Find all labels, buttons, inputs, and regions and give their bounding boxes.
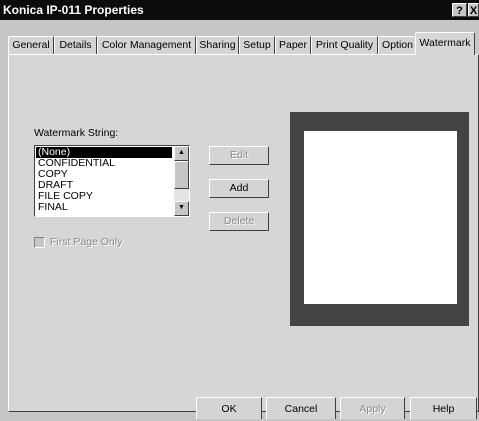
tab-color-management[interactable]: Color Management — [97, 36, 196, 54]
list-item[interactable]: FINAL — [36, 202, 172, 213]
apply-button[interactable]: Apply — [340, 397, 405, 421]
tab-watermark[interactable]: Watermark — [415, 32, 475, 55]
tab-option[interactable]: Option — [378, 36, 417, 54]
dialog-body: General Details Color Management Sharing… — [0, 20, 479, 421]
cancel-button[interactable]: Cancel — [266, 397, 336, 421]
edit-button[interactable]: Edit — [209, 146, 269, 165]
watermark-listbox[interactable]: (None) CONFIDENTIAL COPY DRAFT FILE COPY… — [34, 145, 190, 217]
first-page-only-label: First Page Only — [50, 236, 123, 248]
tab-paper[interactable]: Paper — [275, 36, 311, 54]
add-button[interactable]: Add — [209, 179, 269, 198]
watermark-items: (None) CONFIDENTIAL COPY DRAFT FILE COPY… — [36, 147, 172, 213]
scroll-up-arrow-icon[interactable]: ▲ — [174, 146, 189, 161]
first-page-only-checkbox[interactable] — [34, 237, 45, 248]
tab-general[interactable]: General — [8, 36, 54, 54]
watermark-string-label: Watermark String: — [34, 127, 119, 139]
list-scrollbar[interactable]: ▲ ▼ — [174, 146, 189, 216]
tab-setup[interactable]: Setup — [239, 36, 275, 54]
help-button[interactable]: Help — [410, 397, 477, 421]
tab-sharing[interactable]: Sharing — [196, 36, 239, 54]
tab-strip: General Details Color Management Sharing… — [8, 32, 479, 55]
tab-details[interactable]: Details — [54, 36, 97, 54]
title-bar[interactable]: Konica IP-011 Properties ? X — [0, 0, 479, 20]
tab-print-quality[interactable]: Print Quality — [311, 36, 378, 54]
help-icon[interactable]: ? — [452, 3, 467, 17]
scroll-thumb[interactable] — [174, 161, 189, 189]
watermark-preview-page — [304, 131, 457, 304]
close-icon[interactable]: X — [468, 3, 479, 17]
scroll-down-arrow-icon[interactable]: ▼ — [174, 201, 189, 216]
delete-button[interactable]: Delete — [209, 212, 269, 231]
ok-button[interactable]: OK — [196, 397, 262, 421]
window-title: Konica IP-011 Properties — [3, 3, 144, 17]
watermark-panel: Watermark String: (None) CONFIDENTIAL CO… — [8, 54, 479, 412]
